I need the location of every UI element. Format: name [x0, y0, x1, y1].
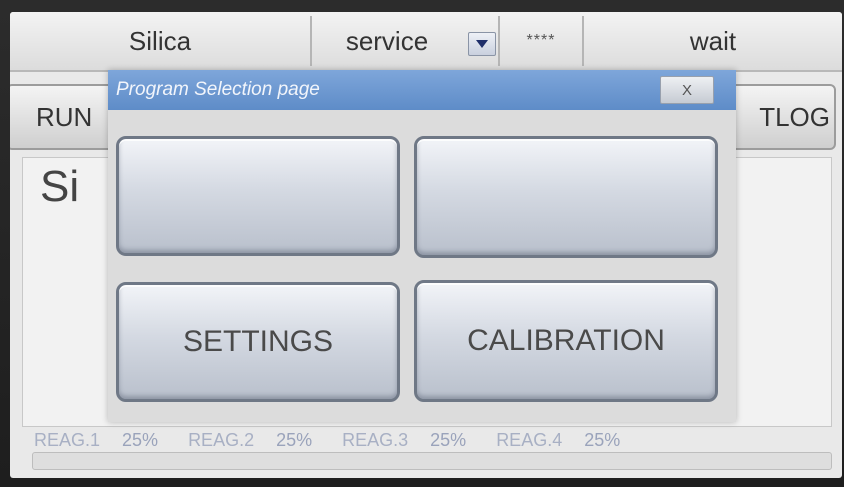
mode-select-value[interactable]: service [312, 12, 462, 70]
reagent-label: REAG.2 [188, 429, 255, 450]
reagent-item: REAG.1 25% [34, 430, 158, 451]
reagent-label: REAG.4 [496, 429, 563, 450]
reagent-label: REAG.3 [342, 429, 409, 450]
tab-run[interactable]: RUN [10, 84, 116, 150]
tab-run-label: RUN [36, 101, 93, 132]
chevron-down-icon [476, 40, 488, 48]
program-button-top-right[interactable] [414, 136, 718, 258]
reagent-item: REAG.3 25% [342, 430, 466, 451]
reagent-item: REAG.4 25% [496, 430, 620, 451]
dialog-header: Program Selection page [108, 70, 736, 110]
touch-screen: Silica service **** wait RUN TLOG Si REA… [10, 12, 842, 478]
program-button-top-left[interactable] [116, 136, 400, 256]
reagent-level: 25% [584, 429, 621, 450]
calibration-button[interactable]: CALIBRATION [414, 280, 718, 402]
main-title: Si [40, 162, 80, 211]
settings-button[interactable]: SETTINGS [116, 282, 400, 402]
tab-datalog[interactable]: TLOG [726, 84, 836, 150]
reagent-level: 25% [276, 429, 313, 450]
dialog-title: Program Selection page [116, 79, 320, 100]
reagent-level: 25% [122, 429, 159, 450]
program-selection-dialog: Program Selection page X SETTINGS CALIBR… [108, 70, 736, 422]
program-name: Silica [128, 25, 192, 56]
password-field[interactable]: **** [500, 12, 582, 70]
reagent-level: 25% [430, 429, 467, 450]
status-text: wait [689, 25, 737, 56]
message-strip [32, 452, 832, 470]
tab-datalog-label: TLOG [759, 101, 830, 132]
reagent-item: REAG.2 25% [188, 430, 312, 451]
status-bar: Silica service **** wait [10, 12, 842, 72]
mode-dropdown-button[interactable] [468, 32, 496, 56]
close-button[interactable]: X [660, 76, 714, 104]
reagent-label: REAG.1 [34, 429, 101, 450]
reagent-levels-bar: REAG.1 25% REAG.2 25% REAG.3 25% REAG.4 … [24, 426, 830, 454]
